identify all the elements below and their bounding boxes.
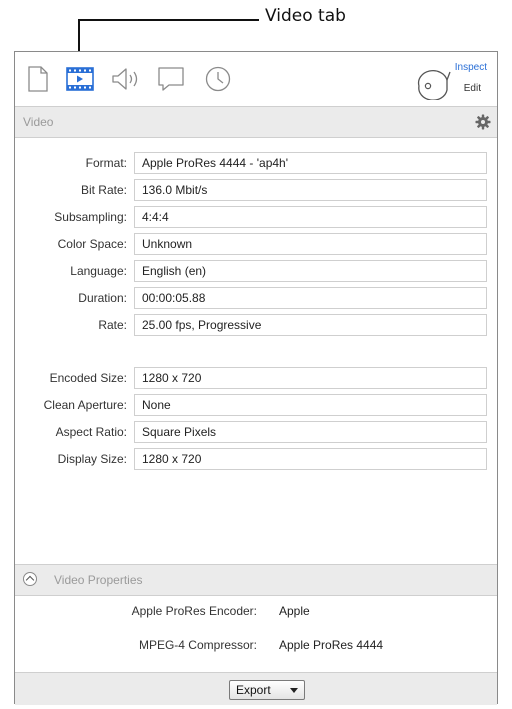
field-row-bit-rate: Bit Rate: 136.0 Mbit/s (15, 179, 497, 201)
chevron-down-icon (290, 688, 298, 693)
timecode-tab[interactable] (204, 66, 232, 92)
field-label: Duration: (78, 291, 127, 305)
field-row-rate: Rate: 25.00 fps, Progressive (15, 314, 497, 336)
field-value[interactable]: 25.00 fps, Progressive (134, 314, 487, 336)
field-label: Subsampling: (54, 210, 127, 224)
field-row-display-size: Display Size: 1280 x 720 (15, 448, 497, 470)
field-row-aspect-ratio: Aspect Ratio: Square Pixels (15, 421, 497, 443)
field-value[interactable]: Square Pixels (134, 421, 487, 443)
clock-icon (205, 66, 231, 92)
section-title: Video (23, 115, 54, 129)
speech-bubble-icon (158, 67, 184, 91)
field-value[interactable]: 1280 x 720 (134, 448, 487, 470)
audio-tab[interactable] (111, 66, 141, 92)
video-section-header: Video (15, 106, 497, 138)
field-value[interactable]: Unknown (134, 233, 487, 255)
video-properties-header[interactable]: Video Properties (15, 564, 497, 596)
field-row-color-space: Color Space: Unknown (15, 233, 497, 255)
file-tab[interactable] (28, 66, 48, 92)
export-label: Export (236, 683, 271, 697)
field-label: Clean Aperture: (43, 398, 127, 412)
field-value[interactable]: 00:00:05.88 (134, 287, 487, 309)
document-icon (28, 66, 48, 92)
field-row-duration: Duration: 00:00:05.88 (15, 287, 497, 309)
callout-label: Video tab (265, 6, 346, 26)
field-value[interactable]: None (134, 394, 487, 416)
callout-line-horizontal (78, 19, 259, 21)
video-tab[interactable] (66, 66, 94, 92)
toolbar: Inspect Edit (15, 52, 497, 105)
footer-bar: Export (15, 672, 497, 705)
field-value[interactable]: 4:4:4 (134, 206, 487, 228)
export-button[interactable]: Export (229, 680, 305, 700)
field-label: Encoded Size: (49, 371, 127, 385)
inspect-edit-switch[interactable]: Inspect Edit (415, 60, 487, 100)
inspect-mode-label[interactable]: Inspect (455, 62, 487, 73)
field-value[interactable]: English (en) (134, 260, 487, 282)
field-label: Rate: (98, 318, 127, 332)
captions-tab[interactable] (157, 66, 185, 92)
property-value: Apple (279, 604, 310, 618)
field-label: Display Size: (57, 452, 127, 466)
field-row-format: Format: Apple ProRes 4444 - 'ap4h' (15, 152, 497, 174)
field-label: Bit Rate: (80, 183, 127, 197)
field-label: Language: (70, 264, 127, 278)
field-value[interactable]: Apple ProRes 4444 - 'ap4h' (134, 152, 487, 174)
edit-mode-label[interactable]: Edit (464, 83, 481, 94)
field-row-clean-aperture: Clean Aperture: None (15, 394, 497, 416)
property-row: MPEG-4 Compressor: Apple ProRes 4444 (15, 638, 497, 656)
inspector-panel: Inspect Edit Video Format: Apple ProRes … (14, 51, 498, 705)
field-label: Color Space: (57, 237, 127, 251)
property-label: Apple ProRes Encoder: (131, 604, 257, 618)
gear-icon[interactable] (475, 114, 491, 130)
field-row-subsampling: Subsampling: 4:4:4 (15, 206, 497, 228)
field-value[interactable]: 136.0 Mbit/s (134, 179, 487, 201)
mode-dial-icon (417, 70, 451, 100)
video-properties-title: Video Properties (54, 573, 143, 587)
speaker-icon (112, 68, 138, 90)
field-row-encoded-size: Encoded Size: 1280 x 720 (15, 367, 497, 389)
field-value[interactable]: 1280 x 720 (134, 367, 487, 389)
property-row: Apple ProRes Encoder: Apple (15, 604, 497, 622)
field-row-language: Language: English (en) (15, 260, 497, 282)
field-label: Aspect Ratio: (55, 425, 127, 439)
collapse-toggle-icon[interactable] (23, 572, 37, 586)
property-label: MPEG-4 Compressor: (138, 638, 257, 652)
film-icon (66, 67, 94, 91)
property-value: Apple ProRes 4444 (279, 638, 384, 652)
field-label: Format: (85, 156, 127, 170)
